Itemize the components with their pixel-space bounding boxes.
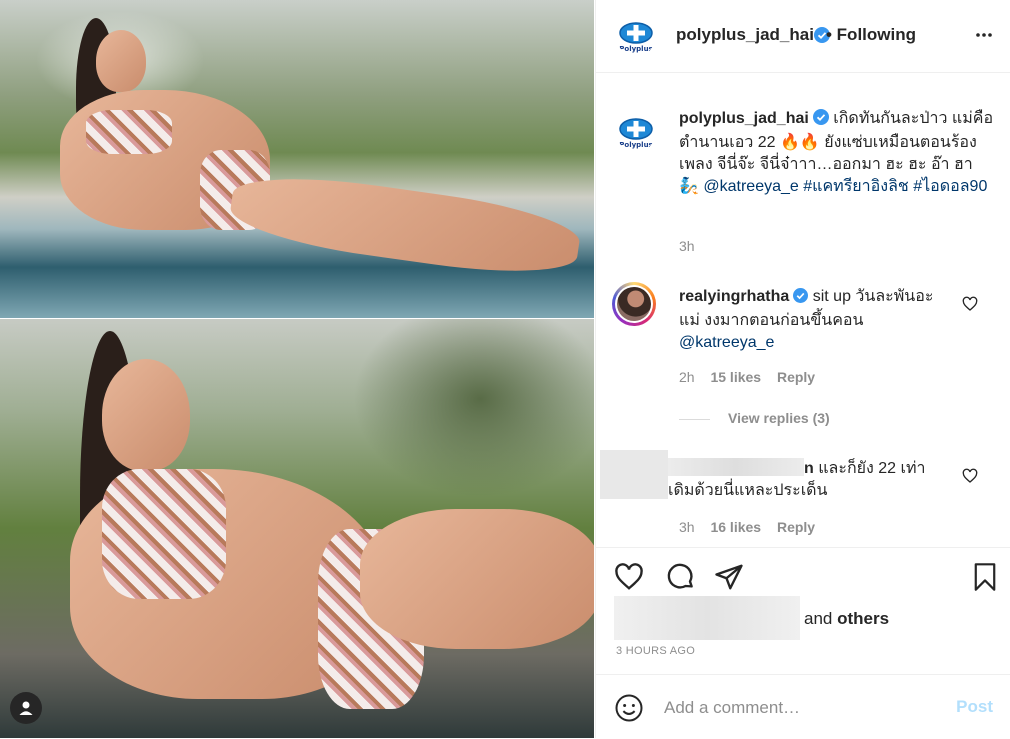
likes-others-link[interactable]: others [837,609,889,628]
post-photo-top [0,0,594,318]
following-button[interactable]: • Following [826,25,916,45]
comment-text: n และก็ยัง 22 เท่าเดิมด้วยนี่แหละประเด็น [668,458,938,502]
share-paper-plane-icon[interactable] [714,562,744,597]
photo-figure-legs [226,165,584,285]
comment-likes[interactable]: 16 likes [710,519,761,535]
commenter-username[interactable]: realyingrhatha [679,288,789,305]
photo-swimsuit-top [86,110,172,154]
comment-bubble-icon[interactable] [666,562,696,597]
view-replies-label: View replies (3) [728,410,830,426]
commenter-avatar[interactable] [612,282,656,326]
photo-figure-head [102,359,190,471]
caption-username[interactable]: polyplus_jad_hai [679,110,809,127]
brand-logo-text: Polyplus [619,45,652,53]
caption-hashtag-2[interactable]: #ไอดอล90 [913,178,987,195]
post-side-panel: Polyplus polyplus_jad_hai • Following Po… [595,0,1010,738]
post-time-ago[interactable]: 3 HOURS AGO [616,645,695,657]
add-comment-bar: Post [596,674,1010,739]
comment-timestamp[interactable]: 2h [679,369,695,385]
post-photo-bottom [0,319,594,738]
tagged-user-icon[interactable] [10,692,42,724]
post-photo-panel[interactable] [0,0,594,738]
post-author-username[interactable]: polyplus_jad_hai [676,25,814,45]
caption-text: polyplus_jad_hai เกิดทันกันละป่าว แม่คือ… [679,108,994,198]
view-replies-button[interactable]: View replies (3) [728,410,830,426]
comment-likes[interactable]: 15 likes [710,369,761,385]
caption-mention-link[interactable]: @katreeya_e [703,178,798,195]
post-comment-button[interactable]: Post [956,697,993,717]
comment-mention-link[interactable]: @katreeya_e [679,334,774,351]
photo-figure-legs [360,509,594,649]
comment-reply-button[interactable]: Reply [777,369,815,385]
caption-timestamp[interactable]: 3h [679,238,695,254]
post-actions [614,560,999,596]
like-heart-icon[interactable] [614,562,644,597]
caption-hashtag-1[interactable]: #แคทรียาอิงลิช [803,178,909,195]
comment-reply-button[interactable]: Reply [777,519,815,535]
photo-figure-head [96,30,146,92]
like-comment-heart-icon[interactable] [962,296,978,317]
redacted-username [668,458,804,476]
polyplus-avatar[interactable]: Polyplus [616,112,656,152]
save-bookmark-icon[interactable] [971,562,999,597]
more-options-icon[interactable] [975,26,993,49]
post-header: Polyplus polyplus_jad_hai • Following [596,0,1010,73]
liked-by-redacted [614,596,800,640]
view-replies-line [679,419,710,420]
commenter-avatar-redacted[interactable] [600,450,668,499]
comment-meta: 3h 16 likes Reply [679,519,815,535]
commenter-username-suffix[interactable]: n [804,460,814,477]
comment-text: realyingrhatha sit up วันละพันอะแม่ งงมา… [679,286,949,354]
verified-badge-icon [812,109,829,132]
likes-and-label: and [804,609,838,628]
photo-swimsuit-top [102,469,226,599]
comment-meta: 2h 15 likes Reply [679,369,815,385]
emoji-icon[interactable] [614,693,644,728]
brand-logo-text: Polyplus [619,141,652,149]
polyplus-avatar[interactable]: Polyplus [616,16,656,56]
section-divider [596,547,1010,548]
add-comment-input[interactable] [664,695,954,721]
like-comment-heart-icon[interactable] [962,468,978,489]
comment-timestamp[interactable]: 3h [679,519,695,535]
likes-summary[interactable]: and others [804,609,889,629]
verified-badge-icon [793,288,809,310]
